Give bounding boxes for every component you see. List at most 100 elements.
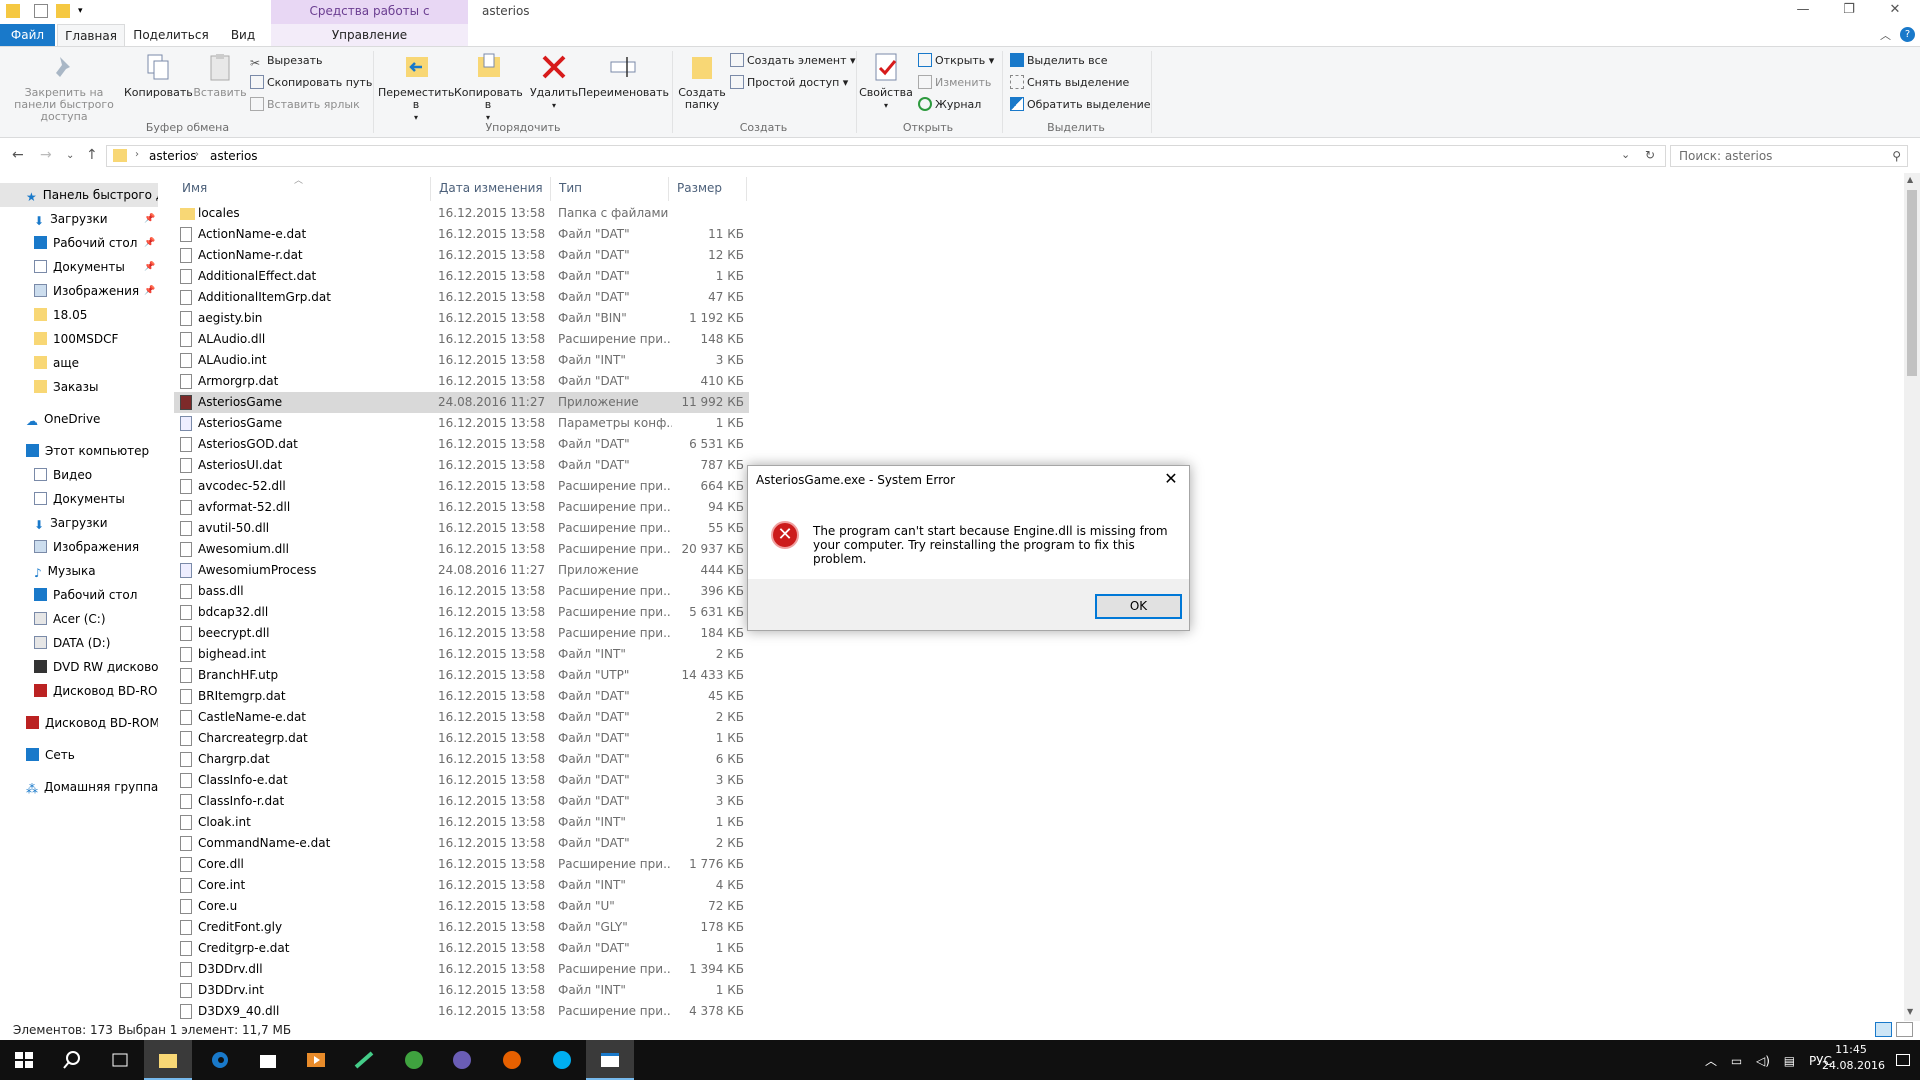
nav-item-desktop[interactable]: Рабочий стол [34,231,137,255]
breadcrumb-item[interactable]: asterios [149,149,197,163]
file-row[interactable]: AsteriosGame 16.12.2015 13:58 Параметры ко… [174,413,749,434]
collapse-ribbon-icon[interactable]: ︿ [1880,27,1891,43]
nav-bd-drive[interactable]: Дисковод BD-ROM ( [26,711,158,735]
start-button[interactable] [0,1040,48,1080]
file-row[interactable]: BranchHF.utp 16.12.2015 13:58 Файл "UTP" 14… [174,665,749,686]
task-view-button[interactable] [96,1040,144,1080]
invert-selection-button[interactable]: Обратить выделение [1010,96,1151,114]
nav-item-music[interactable]: ♪ Музыка [34,559,96,583]
taskbar-media-player[interactable] [292,1040,340,1080]
file-row[interactable]: ActionName-r.dat 16.12.2015 13:58 Файл "DA… [174,245,749,266]
large-icons-view-icon[interactable] [1896,1022,1913,1037]
cut-button[interactable]: ✂ Вырезать [250,52,322,70]
easy-access-button[interactable]: Простой доступ ▾ [730,74,848,92]
tab-view[interactable]: Вид [216,24,270,46]
file-row[interactable]: Core.int 16.12.2015 13:58 Файл "INT" 4 КБ [174,875,749,896]
file-row[interactable]: bdcap32.dll 16.12.2015 13:58 Расширение пр… [174,602,749,623]
file-row[interactable]: Cloak.int 16.12.2015 13:58 Файл "INT" 1 КБ [174,812,749,833]
file-row[interactable]: D3DX9_40.dll 16.12.2015 13:58 Расширение п… [174,1001,749,1021]
clock[interactable]: 11:45 24.08.2016 [1822,1042,1885,1074]
file-row[interactable]: aegisty.bin 16.12.2015 13:58 Файл "BIN" 1 1… [174,308,749,329]
nav-quick-access[interactable]: ★Панель быстрого доступа [0,183,158,207]
nav-homegroup[interactable]: ⁂ Домашняя группа [26,775,158,799]
scroll-down-icon[interactable]: ▼ [1907,1007,1913,1016]
nav-item-documents[interactable]: Документы [34,255,125,279]
taskbar-skype[interactable] [538,1040,586,1080]
tab-home[interactable]: Главная [57,24,125,46]
pin-quick-access-button[interactable]: Закрепить на панели быстрого доступа [4,51,124,123]
notifications-icon[interactable] [1896,1054,1910,1066]
file-row[interactable]: AsteriosGOD.dat 16.12.2015 13:58 Файл "DAT… [174,434,749,455]
scroll-up-icon[interactable]: ▲ [1907,175,1913,184]
nav-item-drive-d[interactable]: DATA (D:) [34,631,110,655]
move-to-button[interactable]: Переместить в ▾ [378,51,454,124]
file-row[interactable]: Charcreategrp.dat 16.12.2015 13:58 Файл "D… [174,728,749,749]
file-row[interactable]: ClassInfo-r.dat 16.12.2015 13:58 Файл "DAT… [174,791,749,812]
file-row[interactable]: ALAudio.int 16.12.2015 13:58 Файл "INT" 3 К… [174,350,749,371]
nav-item-videos[interactable]: Видео [34,463,92,487]
file-row[interactable]: AdditionalItemGrp.dat 16.12.2015 13:58 Фай… [174,287,749,308]
breadcrumb-item[interactable]: asterios [210,149,258,163]
nav-network[interactable]: Сеть [26,743,75,767]
file-row[interactable]: bighead.int 16.12.2015 13:58 Файл "INT" 2 К… [174,644,749,665]
file-row[interactable]: avformat-52.dll 16.12.2015 13:58 Расширени… [174,497,749,518]
search-button[interactable] [48,1040,96,1080]
nav-onedrive[interactable]: ☁ OneDrive [26,407,100,431]
close-button[interactable]: ✕ [1872,0,1918,22]
volume-icon[interactable]: ◁) [1756,1054,1770,1068]
properties-button[interactable]: Свойства ▾ [858,51,914,112]
taskbar-file-explorer[interactable] [144,1040,192,1080]
taskbar-firefox[interactable] [488,1040,536,1080]
file-row[interactable]: AsteriosUI.dat 16.12.2015 13:58 Файл "DAT"… [174,455,749,476]
copy-to-button[interactable]: Копировать в ▾ [454,51,523,124]
taskbar-app[interactable] [340,1040,388,1080]
nav-item-folder[interactable]: аще [34,351,79,375]
file-row[interactable]: CreditFont.gly 16.12.2015 13:58 Файл "GLY"… [174,917,749,938]
file-row[interactable]: ALAudio.dll 16.12.2015 13:58 Расширение пр… [174,329,749,350]
nav-item-downloads[interactable]: ⬇ Загрузки [34,207,108,231]
file-row[interactable]: D3DDrv.int 16.12.2015 13:58 Файл "INT" 1 КБ [174,980,749,1001]
taskbar-edge[interactable] [196,1040,244,1080]
maximize-button[interactable]: ❐ [1826,0,1872,22]
select-none-button[interactable]: Снять выделение [1010,74,1129,92]
column-header-size[interactable]: Размер [669,177,747,201]
tab-file[interactable]: Файл [0,24,55,46]
properties-icon[interactable] [34,4,48,18]
file-row[interactable]: CastleName-e.dat 16.12.2015 13:58 Файл "DA… [174,707,749,728]
copy-button[interactable]: Копировать [124,51,193,99]
nav-this-pc[interactable]: Этот компьютер [26,439,149,463]
nav-item-documents[interactable]: Документы [34,487,125,511]
address-dropdown-icon[interactable]: ⌄ [1621,148,1630,161]
file-row[interactable]: BRItemgrp.dat 16.12.2015 13:58 Файл "DAT" 4… [174,686,749,707]
new-folder-icon[interactable] [56,4,70,18]
file-row[interactable]: D3DDrv.dll 16.12.2015 13:58 Расширение при… [174,959,749,980]
up-arrow-icon[interactable]: ↑ [86,147,98,163]
action-center-icon[interactable]: ▤ [1784,1054,1795,1068]
taskbar-store[interactable] [244,1040,292,1080]
delete-button[interactable]: Удалить ▾ [528,51,580,112]
file-row[interactable]: ActionName-e.dat 16.12.2015 13:58 Файл "DA… [174,224,749,245]
edit-button[interactable]: Изменить [918,74,991,92]
column-header-date[interactable]: Дата изменения [431,177,551,201]
file-row[interactable]: Creditgrp-e.dat 16.12.2015 13:58 Файл "DAT… [174,938,749,959]
nav-item-downloads[interactable]: ⬇ Загрузки [34,511,108,535]
new-item-button[interactable]: Создать элемент ▾ [730,52,856,70]
nav-item-pictures[interactable]: Изображения [34,535,139,559]
forward-arrow-icon[interactable]: → [40,147,52,163]
address-bar[interactable]: › asterios › asterios ⌄ ↻ [106,145,1666,167]
help-icon[interactable]: ? [1900,27,1915,42]
file-row[interactable]: Core.u 16.12.2015 13:58 Файл "U" 72 КБ [174,896,749,917]
ok-button[interactable]: OK [1095,594,1182,619]
file-row[interactable]: avcodec-52.dll 16.12.2015 13:58 Расширение… [174,476,749,497]
file-row[interactable]: Awesomium.dll 16.12.2015 13:58 Расширение … [174,539,749,560]
scrollbar-thumb[interactable] [1907,190,1917,376]
recent-locations-icon[interactable]: ⌄ [66,150,74,161]
nav-item-folder[interactable]: 18.05 [34,303,87,327]
paste-button[interactable]: Вставить [192,51,248,99]
file-row[interactable]: AsteriosGame 24.08.2016 11:27 Приложение 11… [174,392,749,413]
taskbar-error-window[interactable] [586,1040,634,1080]
taskbar-utorrent[interactable] [390,1040,438,1080]
tab-share[interactable]: Поделиться [129,24,213,46]
new-folder-button[interactable]: Создать папку [676,51,728,111]
customize-quick-access-icon[interactable]: ▾ [78,4,92,18]
